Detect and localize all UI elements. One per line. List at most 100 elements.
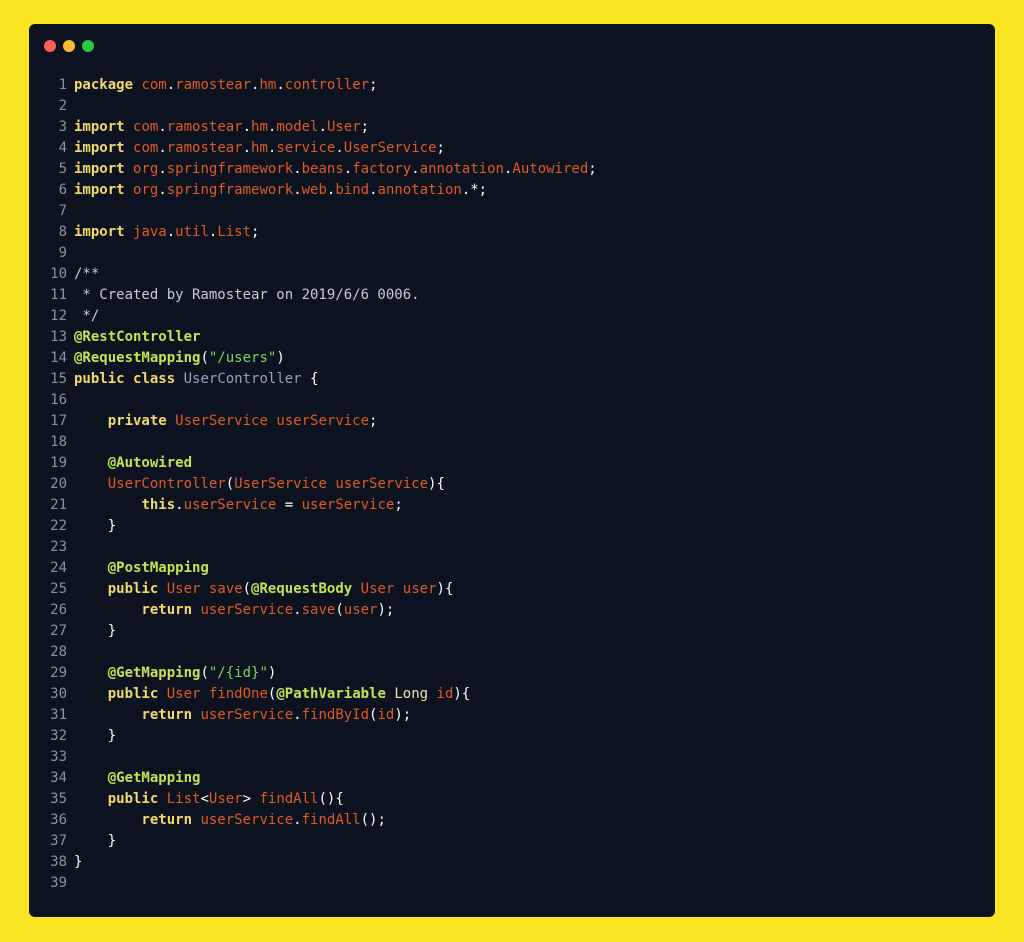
line-number: 36 — [50, 812, 67, 828]
code-token: ; — [369, 413, 378, 429]
code-token: User — [360, 581, 395, 597]
code-token: } — [74, 518, 117, 534]
line-source: @Autowired — [74, 453, 192, 474]
code-token: save — [208, 581, 243, 597]
line-source: } — [74, 621, 116, 642]
code-token: @PostMapping — [107, 560, 209, 576]
line-source: import com.ramostear.hm.service.UserServ… — [74, 138, 445, 159]
line-number: 37 — [50, 833, 67, 849]
code-token: . — [158, 182, 167, 198]
code-token: public — [107, 686, 159, 702]
code-token: ; — [369, 77, 378, 93]
line-number: 32 — [50, 728, 67, 744]
line-number: 6 — [58, 182, 67, 198]
code-token: User — [326, 119, 361, 135]
code-token: } — [74, 623, 117, 639]
code-line: 14 @RequestMapping("/users") — [49, 348, 985, 369]
code-line: 39 — [49, 873, 985, 894]
code-token: . — [158, 140, 167, 156]
code-token: service — [276, 140, 336, 156]
code-line: 9 — [49, 243, 985, 264]
code-line: 17 private UserService userService; — [49, 411, 985, 432]
code-token: org — [133, 161, 159, 177]
code-line: 37 } — [49, 831, 985, 852]
code-token: ) — [267, 665, 277, 681]
code-line: 3 import com.ramostear.hm.model.User; — [49, 117, 985, 138]
code-token: org — [133, 182, 159, 198]
code-token: . — [293, 812, 302, 828]
code-token: ramostear — [166, 140, 243, 156]
code-line: 11 * Created by Ramostear on 2019/6/6 00… — [49, 285, 985, 306]
line-source: } — [74, 852, 82, 873]
code-token: public — [107, 791, 159, 807]
code-token: } — [74, 854, 83, 870]
code-token: List — [166, 791, 201, 807]
code-token: . — [293, 182, 302, 198]
line-source: import org.springframework.beans.factory… — [74, 159, 597, 180]
code-line: 38} — [49, 852, 985, 873]
line-number: 7 — [58, 203, 67, 219]
code-token: ; — [588, 161, 597, 177]
line-source: * Created by Ramostear on 2019/6/6 0006. — [74, 285, 419, 306]
code-line: 28 — [49, 642, 985, 663]
line-number: 11 — [50, 287, 67, 303]
code-token: util — [175, 224, 209, 240]
code-line: 35 public List<User> findAll(){ — [49, 789, 985, 810]
code-token: findOne — [208, 686, 268, 702]
code-token: userService — [183, 497, 277, 513]
code-token: User — [208, 791, 243, 807]
code-line: 2 — [49, 96, 985, 117]
code-token: ); — [377, 602, 395, 618]
code-token: UserService — [175, 413, 268, 429]
code-token: import — [74, 119, 125, 135]
line-source: @PostMapping — [74, 558, 209, 579]
close-dot-icon[interactable] — [44, 40, 56, 52]
code-token: ; — [394, 497, 403, 513]
line-source: private UserService userService; — [74, 411, 378, 432]
code-token: . — [158, 161, 167, 177]
line-source: */ — [74, 306, 99, 327]
line-number: 15 — [50, 371, 67, 387]
line-number: 30 — [50, 686, 67, 702]
code-token: . — [293, 161, 302, 177]
code-block: 1 package com.ramostear.hm.controller; 2 3 i… — [49, 75, 985, 894]
code-line: 27 } — [49, 621, 985, 642]
code-token: ); — [394, 707, 412, 723]
code-line: 12 */ — [49, 306, 985, 327]
line-number: 33 — [50, 749, 67, 765]
code-token: annotation — [377, 182, 462, 198]
code-line: 8 import java.util.List; — [49, 222, 985, 243]
minimize-dot-icon[interactable] — [63, 40, 75, 52]
code-token: < — [200, 791, 209, 807]
code-line: 31 return userService.findById(id); — [49, 705, 985, 726]
code-token: { — [301, 371, 319, 387]
code-window: 1 package com.ramostear.hm.controller; 2 3 i… — [29, 24, 995, 917]
line-source: @GetMapping — [74, 768, 201, 789]
code-line: 25 public User save(@RequestBody User us… — [49, 579, 985, 600]
code-line: 6 import org.springframework.web.bind.ann… — [49, 180, 985, 201]
line-source: return userService.findById(id); — [74, 705, 411, 726]
line-number: 2 — [58, 98, 67, 114]
line-number: 19 — [50, 455, 67, 471]
code-token: import — [74, 182, 125, 198]
code-token: . — [242, 119, 252, 135]
line-source: @GetMapping("/{id}") — [74, 663, 277, 684]
maximize-dot-icon[interactable] — [82, 40, 94, 52]
code-token: private — [107, 413, 167, 429]
code-token: return — [141, 812, 193, 828]
line-number: 21 — [50, 497, 67, 513]
code-token: annotation — [419, 161, 504, 177]
code-token: > — [242, 791, 260, 807]
code-line: 13 @RestController — [49, 327, 985, 348]
code-token: ){ — [453, 686, 471, 702]
